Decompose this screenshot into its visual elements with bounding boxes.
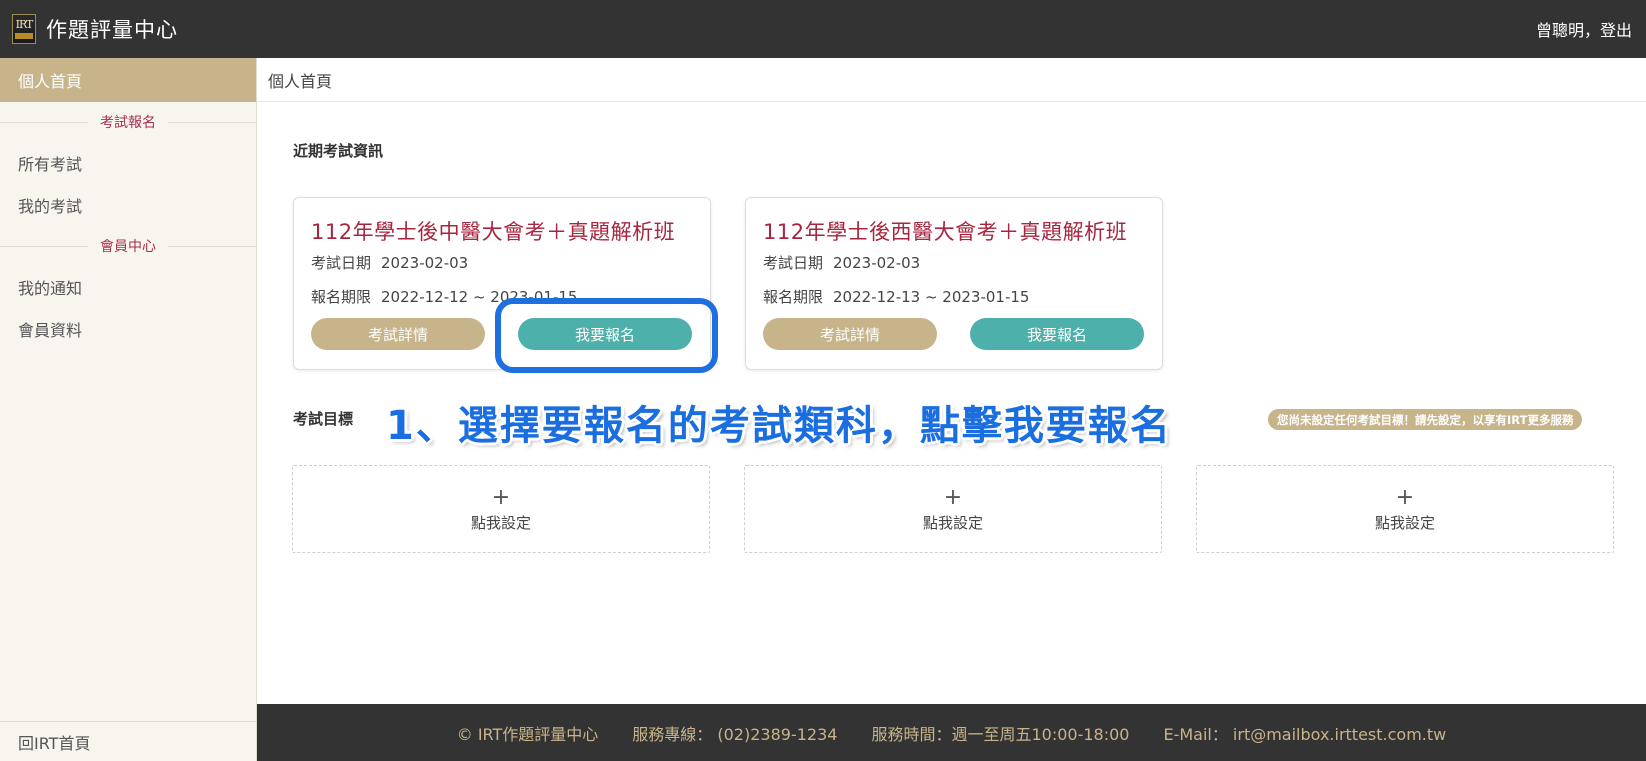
sidebar-section-exam-label: 考試報名 xyxy=(88,112,168,132)
footer-hours: 服務時間：週一至周五10:00-18:00 xyxy=(871,724,1130,744)
back-to-irt-home-link[interactable]: 回IRT首頁 xyxy=(0,721,256,761)
exam-card: 112年學士後西醫大會考＋真題解析班 考試日期 2023-02-03 報名期限 20… xyxy=(745,197,1163,370)
exam-target-title: 考試目標 xyxy=(293,410,354,428)
exam-date-label: 考試日期 xyxy=(763,254,824,272)
sidebar-item-all-exams[interactable]: 所有考試 xyxy=(0,142,256,184)
plus-icon: + xyxy=(943,484,963,510)
sidebar-item-notifications[interactable]: 我的通知 xyxy=(0,266,256,308)
user-name-link[interactable]: 曾聰明 xyxy=(1536,21,1584,40)
exam-date-row: 考試日期 2023-02-03 xyxy=(311,252,468,273)
user-area: 曾聰明，登出 xyxy=(1536,17,1632,41)
exam-date-row: 考試日期 2023-02-03 xyxy=(763,252,920,273)
tutorial-annotation: 1、選擇要報名的考試類科，點擊我要報名 xyxy=(386,403,1172,449)
exam-detail-button[interactable]: 考試詳情 xyxy=(311,318,485,350)
exam-period-label: 報名期限 xyxy=(311,288,372,306)
plus-icon: + xyxy=(1395,484,1415,510)
target-notice-badge: 您尚未設定任何考試目標！請先設定，以享有IRT更多服務 xyxy=(1268,409,1583,430)
sidebar-item-my-exams[interactable]: 我的考試 xyxy=(0,184,256,226)
footer: © IRT作題評量中心 服務專線： (02)2389-1234 服務時間：週一至… xyxy=(257,704,1646,761)
sidebar-item-member-profile[interactable]: 會員資料 xyxy=(0,308,256,350)
footer-copyright: © IRT作題評量中心 xyxy=(456,724,599,744)
exam-detail-button[interactable]: 考試詳情 xyxy=(763,318,937,350)
sidebar-item-home[interactable]: 個人首頁 xyxy=(0,58,256,102)
plus-icon: + xyxy=(491,484,511,510)
logo-text: IRT xyxy=(15,18,34,31)
exam-date-value: 2023-02-03 xyxy=(833,254,921,272)
target-slot[interactable]: + 點我設定 xyxy=(292,465,710,553)
footer-phone: 服務專線： (02)2389-1234 xyxy=(632,724,838,744)
exam-title: 112年學士後中醫大會考＋真題解析班 xyxy=(311,220,676,244)
target-slot-label: 點我設定 xyxy=(470,513,531,532)
target-slot[interactable]: + 點我設定 xyxy=(1196,465,1614,553)
exam-period-value: 2022-12-13 ~ 2023-01-15 xyxy=(833,288,1030,306)
exam-date-label: 考試日期 xyxy=(311,254,372,272)
app-title: 作題評量中心 xyxy=(46,18,178,42)
target-slot-label: 點我設定 xyxy=(1374,513,1435,532)
exam-title: 112年學士後西醫大會考＋真題解析班 xyxy=(763,220,1128,244)
user-separator: ， xyxy=(1583,21,1600,40)
target-slot[interactable]: + 點我設定 xyxy=(744,465,1162,553)
sidebar: 個人首頁 考試報名 所有考試 我的考試 會員中心 我的通知 會員資料 回IRT首… xyxy=(0,58,257,761)
exam-period-row: 報名期限 2022-12-13 ~ 2023-01-15 xyxy=(763,286,1029,307)
tutorial-highlight-box xyxy=(495,298,718,373)
exam-period-label: 報名期限 xyxy=(763,288,824,306)
top-bar: IRT 作題評量中心 曾聰明，登出 xyxy=(0,0,1646,58)
logout-link[interactable]: 登出 xyxy=(1600,21,1632,40)
footer-email: E-Mail： irt@mailbox.irttest.com.tw xyxy=(1163,724,1447,744)
sidebar-section-exam: 考試報名 xyxy=(0,102,256,142)
sidebar-section-member: 會員中心 xyxy=(0,226,256,266)
brand[interactable]: IRT 作題評量中心 xyxy=(12,14,178,44)
exam-signup-button[interactable]: 我要報名 xyxy=(970,318,1144,350)
exam-date-value: 2023-02-03 xyxy=(381,254,469,272)
breadcrumb: 個人首頁 xyxy=(257,58,1646,102)
irt-logo-icon: IRT xyxy=(12,14,36,44)
sidebar-section-member-label: 會員中心 xyxy=(88,236,168,256)
main-content: 個人首頁 近期考試資訊 112年學士後中醫大會考＋真題解析班 考試日期 2023-… xyxy=(257,58,1646,704)
recent-exams-title: 近期考試資訊 xyxy=(293,142,384,160)
target-slot-label: 點我設定 xyxy=(922,513,983,532)
